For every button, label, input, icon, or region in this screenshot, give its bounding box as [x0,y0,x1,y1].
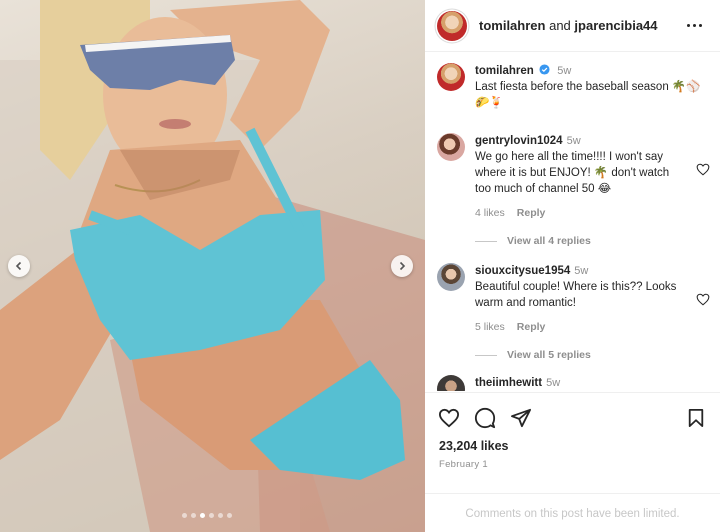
share-button[interactable] [509,406,533,430]
carousel-indicator [182,513,232,518]
photo-illustration [0,0,425,532]
post-header: tomilahren and jparencibia44 [425,0,720,52]
comment-likes[interactable]: 4 likes [475,205,505,221]
heart-icon[interactable] [696,163,710,176]
commenter-username[interactable]: theiimhewitt [475,377,542,389]
coauthor-username[interactable]: jparencibia44 [574,18,657,33]
authors-conjunction: and [549,18,571,33]
comment-item: siouxcitysue1954 5w Beautiful couple! Whe… [437,263,712,335]
caption-avatar[interactable] [437,63,465,91]
post-photo[interactable] [0,0,425,532]
post-actions-section: 23,204 likes February 1 Comments on this… [425,392,720,532]
comment-time[interactable]: 5w [546,377,560,389]
carousel-dot [200,513,205,518]
chevron-right-icon [399,261,406,271]
save-button[interactable] [684,406,708,430]
comment-likes[interactable]: 5 likes [475,319,505,335]
caption-text: Last fiesta before the baseball season 🌴… [475,81,701,109]
author-username[interactable]: tomilahren [479,18,545,33]
comment-icon [474,407,496,429]
carousel-dot [209,513,214,518]
next-slide-button[interactable] [391,255,413,277]
chevron-left-icon [15,261,22,271]
comment-time[interactable]: 5w [567,135,581,147]
comment-item: gentrylovin1024 5w We go here all the tim… [437,133,712,221]
like-button[interactable] [437,406,461,430]
commenter-avatar[interactable] [437,133,465,161]
caption: tomilahren 5w Last fiesta before the bas… [437,63,712,111]
comments-list: tomilahren 5w Last fiesta before the bas… [425,53,720,391]
bookmark-icon [688,409,704,427]
comments-limited-notice: Comments on this post have been limited. [425,493,720,532]
commenter-username[interactable]: siouxcitysue1954 [475,265,570,277]
caption-time[interactable]: 5w [557,65,571,77]
comment-text: We go here all the time!!!! I won't say … [475,151,670,195]
comment-item: theiimhewitt 5w [437,375,712,391]
caption-username[interactable]: tomilahren [475,65,534,77]
reply-button[interactable]: Reply [517,319,546,335]
heart-icon[interactable] [696,293,710,306]
more-icon[interactable] [682,16,706,36]
carousel-dot [191,513,196,518]
likes-count[interactable]: 23,204 likes [425,433,720,453]
post-authors: tomilahren and jparencibia44 [479,18,682,33]
heart-icon [438,408,460,428]
previous-slide-button[interactable] [8,255,30,277]
reply-button[interactable]: Reply [517,205,546,221]
comment-button[interactable] [473,406,497,430]
post-sidebar: tomilahren and jparencibia44 tomilahren … [425,0,720,532]
share-icon [510,408,531,428]
view-replies-link[interactable]: View all 4 replies [475,235,591,247]
carousel-dot [218,513,223,518]
post-date[interactable]: February 1 [425,453,720,470]
author-avatar[interactable] [437,10,467,41]
view-replies-link[interactable]: View all 5 replies [475,349,591,361]
comment-text: Beautiful couple! Where is this?? Looks … [475,281,677,309]
commenter-avatar[interactable] [437,375,465,391]
comment-time[interactable]: 5w [574,265,588,277]
carousel-dot [182,513,187,518]
verified-icon [539,64,550,75]
commenter-username[interactable]: gentrylovin1024 [475,135,563,147]
carousel-dot [227,513,232,518]
commenter-avatar[interactable] [437,263,465,291]
